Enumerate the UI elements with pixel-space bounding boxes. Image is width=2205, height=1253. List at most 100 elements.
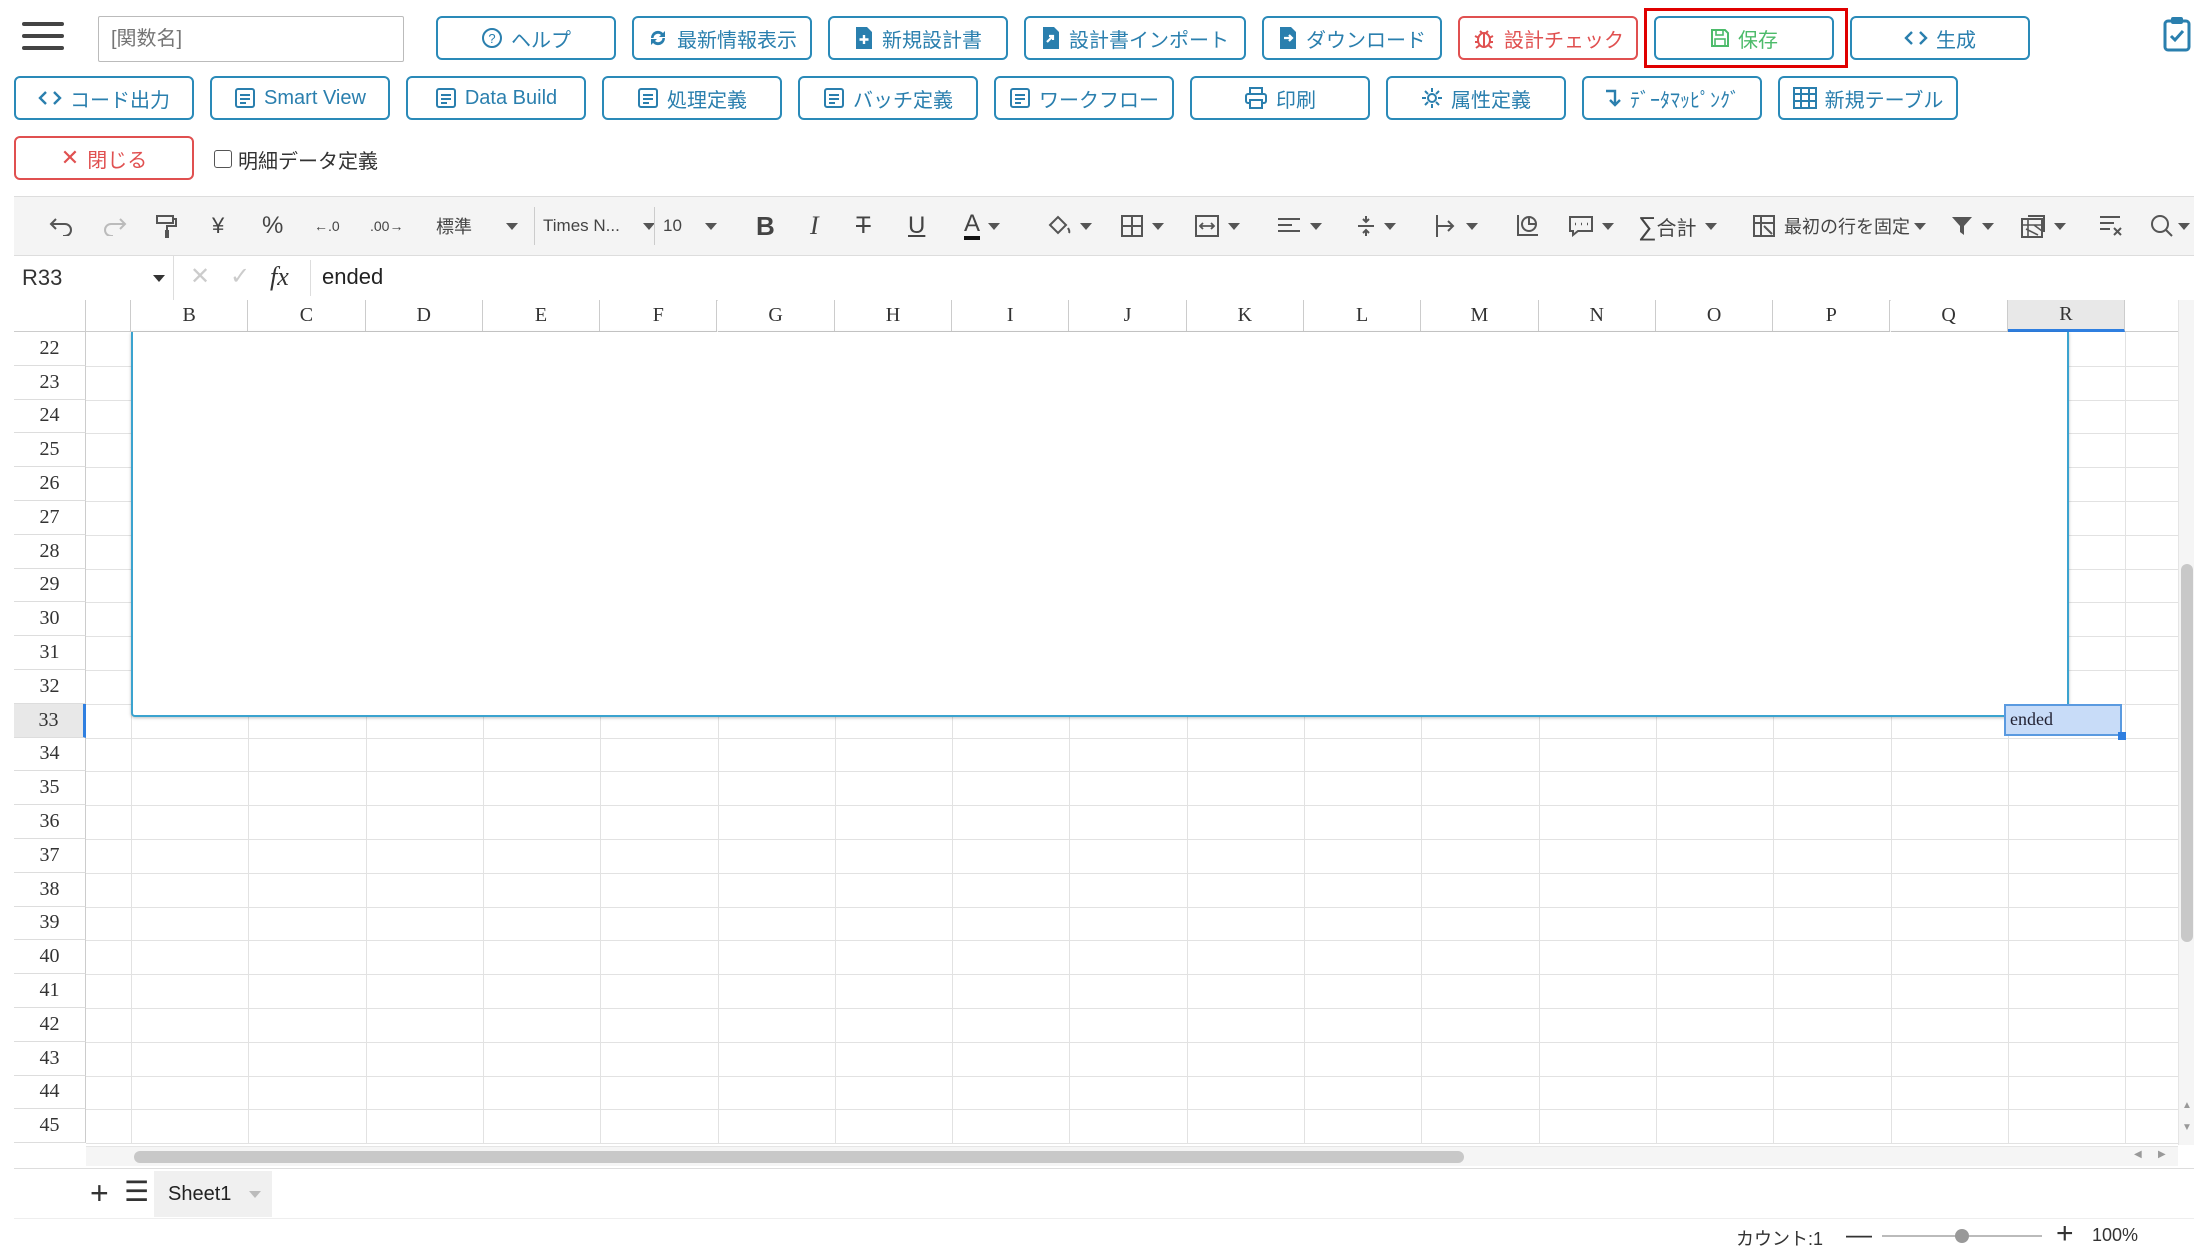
scroll-down-icon[interactable]: ▼ (2182, 1122, 2192, 1133)
freeze-row-button[interactable]: 最初の行を固定 (1752, 207, 1926, 245)
undo-icon[interactable] (48, 207, 74, 245)
horizontal-scrollbar-thumb[interactable] (134, 1151, 1464, 1163)
column-header-r[interactable]: R (2007, 300, 2126, 332)
cancel-formula-icon[interactable]: ✕ (190, 262, 210, 291)
column-header-j[interactable]: J (1069, 300, 1187, 332)
clipboard-check-icon[interactable] (2162, 16, 2192, 52)
function-name-input[interactable] (98, 16, 404, 62)
attribute-definition-button[interactable]: 属性定義 (1386, 76, 1566, 120)
row-header-40[interactable]: 40 (14, 940, 86, 975)
data-mapping-button[interactable]: ﾃﾞｰﾀﾏｯﾋﾟﾝｸﾞ (1582, 76, 1762, 120)
row-header-23[interactable]: 23 (14, 365, 86, 400)
font-color-icon[interactable]: A (964, 207, 1001, 245)
new-design-button[interactable]: 新規設計書 (828, 16, 1008, 60)
currency-icon[interactable]: ¥ (212, 207, 224, 245)
column-header-p[interactable]: P (1773, 300, 1891, 332)
selected-cell[interactable]: ended (2004, 704, 2122, 736)
bold-icon[interactable]: B (756, 207, 775, 245)
indent-icon[interactable] (1434, 207, 1478, 245)
scroll-left-icon[interactable]: ◀ (2134, 1149, 2142, 1160)
row-header-26[interactable]: 26 (14, 467, 86, 501)
add-sheet-icon[interactable]: + (90, 1175, 109, 1212)
column-header-d[interactable]: D (365, 300, 483, 332)
confirm-formula-icon[interactable]: ✓ (230, 262, 250, 291)
align-left-icon[interactable] (1276, 207, 1322, 245)
batch-definition-button[interactable]: バッチ定義 (798, 76, 978, 120)
data-build-button[interactable]: Data Build (406, 76, 586, 120)
print-button[interactable]: 印刷 (1190, 76, 1370, 120)
menu-icon[interactable] (22, 14, 64, 58)
download-button[interactable]: ダウンロード (1262, 16, 1442, 60)
row-header-24[interactable]: 24 (14, 399, 86, 434)
row-header-28[interactable]: 28 (14, 534, 86, 569)
embedded-object-frame[interactable] (131, 332, 2069, 717)
row-header-22[interactable]: 22 (14, 332, 86, 366)
column-header-l[interactable]: L (1304, 300, 1422, 332)
scroll-right-icon[interactable]: ▶ (2158, 1149, 2166, 1160)
number-format-select[interactable]: 標準 (436, 207, 518, 245)
scroll-up-icon[interactable]: ▲ (2182, 1100, 2192, 1111)
column-header-n[interactable]: N (1538, 300, 1656, 332)
clear-format-icon[interactable] (2098, 207, 2124, 245)
column-header-m[interactable]: M (1421, 300, 1539, 332)
font-name-select[interactable]: Times N... (534, 207, 655, 245)
formula-input[interactable]: ended (322, 264, 383, 290)
refresh-button[interactable]: 最新情報表示 (632, 16, 812, 60)
smart-view-button[interactable]: Smart View (210, 76, 390, 120)
format-painter-icon[interactable] (154, 207, 178, 245)
merge-cells-icon[interactable] (1194, 207, 1240, 245)
column-header-e[interactable]: E (482, 300, 601, 332)
code-output-button[interactable]: コード出力 (14, 76, 194, 120)
column-header-b[interactable]: B (131, 300, 249, 332)
sheet-list-icon[interactable]: ☰ (124, 1175, 149, 1208)
detail-data-checkbox[interactable] (214, 150, 232, 168)
row-header-34[interactable]: 34 (14, 737, 86, 772)
vertical-scrollbar-thumb[interactable] (2181, 564, 2193, 942)
spreadsheet-grid[interactable]: BCDEFGHIJKLMNOPQR 22 23 24 25 26 27 28 29 30 31 32… (14, 300, 2194, 1168)
column-header-c[interactable]: C (248, 300, 366, 332)
row-header-32[interactable]: 32 (14, 670, 86, 704)
zoom-slider-thumb[interactable] (1955, 1229, 1969, 1243)
fill-handle[interactable] (2118, 732, 2126, 740)
column-header-o[interactable]: O (1655, 300, 1774, 332)
horizontal-scrollbar-track[interactable]: ◀ ▶ (86, 1146, 2178, 1166)
column-header-k[interactable]: K (1186, 300, 1304, 332)
column-header-q[interactable]: Q (1890, 300, 2008, 332)
chart-icon[interactable] (1514, 207, 1540, 245)
import-design-button[interactable]: 設計書インポート (1024, 16, 1246, 60)
border-icon[interactable] (1120, 207, 1164, 245)
filter-icon[interactable] (1950, 207, 1994, 245)
italic-icon[interactable]: I (810, 207, 819, 245)
save-button[interactable]: 保存 (1654, 16, 1834, 60)
row-header-41[interactable]: 41 (14, 974, 86, 1008)
help-button[interactable]: ? ヘルプ (436, 16, 616, 60)
column-header-i[interactable]: I (952, 300, 1070, 332)
row-header-42[interactable]: 42 (14, 1008, 86, 1042)
percent-icon[interactable]: % (262, 207, 283, 245)
zoom-out-icon[interactable]: — (1846, 1219, 1872, 1250)
font-size-select[interactable]: 10 (654, 207, 717, 245)
fill-color-icon[interactable] (1046, 207, 1092, 245)
vertical-scrollbar-track[interactable]: ▲ ▼ (2178, 300, 2194, 1145)
select-all-corner[interactable] (14, 300, 86, 332)
column-header-h[interactable]: H (834, 300, 953, 332)
underline-icon[interactable]: U (908, 207, 925, 245)
name-box[interactable]: R33 (14, 256, 174, 300)
new-table-button[interactable]: 新規テーブル (1778, 76, 1958, 120)
row-header-31[interactable]: 31 (14, 636, 86, 670)
row-header-45[interactable]: 45 (14, 1109, 86, 1144)
comment-icon[interactable] (1568, 207, 1614, 245)
generate-button[interactable]: 生成 (1850, 16, 2030, 60)
row-header-39[interactable]: 39 (14, 906, 86, 941)
sum-button[interactable]: ∑ 合計 (1638, 207, 1717, 245)
decrease-decimal-icon[interactable]: .00→ (370, 207, 403, 245)
row-header-27[interactable]: 27 (14, 501, 86, 535)
row-header-30[interactable]: 30 (14, 602, 86, 637)
sheet-tab[interactable]: Sheet1 (154, 1171, 272, 1217)
row-header-35[interactable]: 35 (14, 771, 86, 806)
zoom-in-icon[interactable]: + (2056, 1217, 2074, 1251)
row-header-29[interactable]: 29 (14, 568, 86, 603)
strikethrough-icon[interactable]: T (856, 207, 871, 245)
close-button[interactable]: ✕ 閉じる (14, 136, 194, 180)
row-header-38[interactable]: 38 (14, 872, 86, 907)
